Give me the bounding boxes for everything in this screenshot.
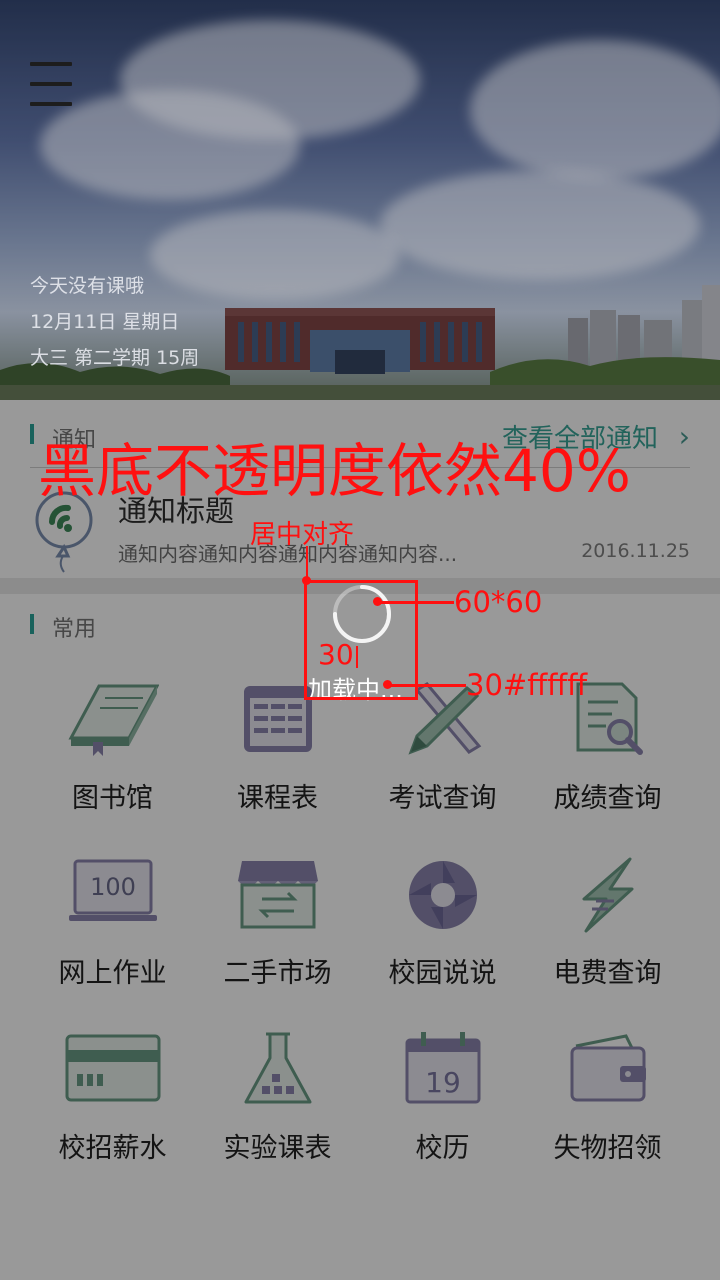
menu-icon[interactable] (28, 60, 74, 108)
annotation-dot (383, 680, 392, 689)
loading-overlay (0, 400, 720, 1280)
overlay-opacity-annotation: 黑底不透明度依然40% (38, 437, 631, 505)
center-align-annotation: 居中对齐 (250, 520, 355, 550)
today-info: 今天没有课哦 12月11日 星期日 大三 第二学期 15周 (30, 268, 199, 376)
today-date: 12月11日 星期日 (30, 311, 180, 333)
loader-annotation-box (304, 580, 418, 700)
spinner-size-annotation: 60*60 (454, 585, 543, 619)
size-annotation-line (378, 601, 454, 604)
text-cursor-annotation-line (356, 646, 358, 668)
today-status: 今天没有课哦 (30, 275, 145, 297)
center-annotation-line (306, 546, 308, 580)
term-week: 大三 第二学期 15周 (30, 347, 200, 369)
annotation-dot (373, 597, 382, 606)
annotation-dot (302, 576, 311, 585)
header-banner: 今天没有课哦 12月11日 星期日 大三 第二学期 15周 (0, 0, 720, 400)
font-color-annotation: 30#ffffff (466, 668, 588, 702)
color-annotation-line (386, 684, 466, 687)
